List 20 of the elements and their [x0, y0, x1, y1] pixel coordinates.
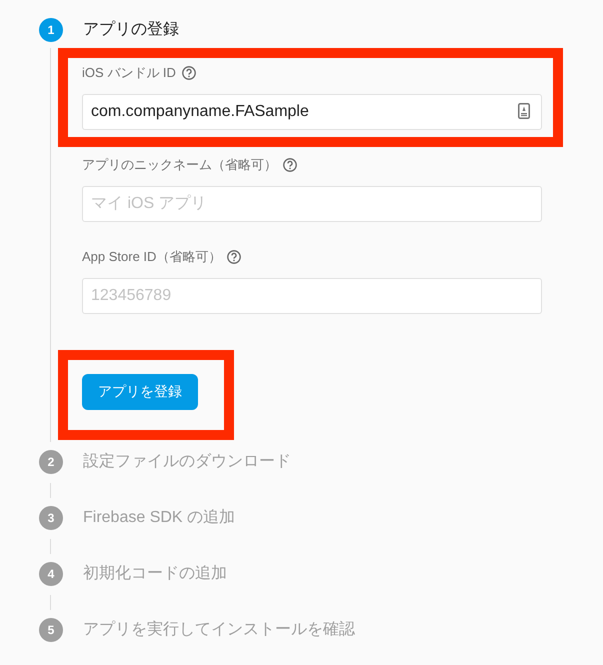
help-icon[interactable]	[283, 158, 297, 172]
step-title: 設定ファイルのダウンロード	[83, 452, 291, 472]
step-title: 初期化コードの追加	[83, 564, 227, 584]
step-number: 2	[39, 450, 63, 474]
badge-icon	[518, 103, 530, 119]
input-field[interactable]: マイ iOS アプリ	[82, 186, 542, 222]
field-label: App Store ID（省略可）	[82, 248, 222, 266]
help-icon[interactable]	[227, 250, 242, 264]
input-field[interactable]: com.companyname.FASample	[82, 94, 542, 130]
input-field[interactable]: 123456789	[82, 278, 542, 314]
field-label: iOS バンドル ID	[82, 64, 176, 82]
step-title: Firebase SDK の追加	[83, 508, 236, 528]
step-title: アプリを実行してインストールを確認	[83, 620, 355, 640]
step-number: 4	[39, 562, 63, 586]
step-number: 1	[39, 18, 63, 42]
step-title: アプリの登録	[83, 20, 179, 40]
field-label: アプリのニックネーム（省略可）	[82, 156, 277, 174]
step-number: 3	[39, 506, 63, 530]
step-number: 5	[39, 618, 63, 642]
help-icon[interactable]	[182, 66, 196, 80]
